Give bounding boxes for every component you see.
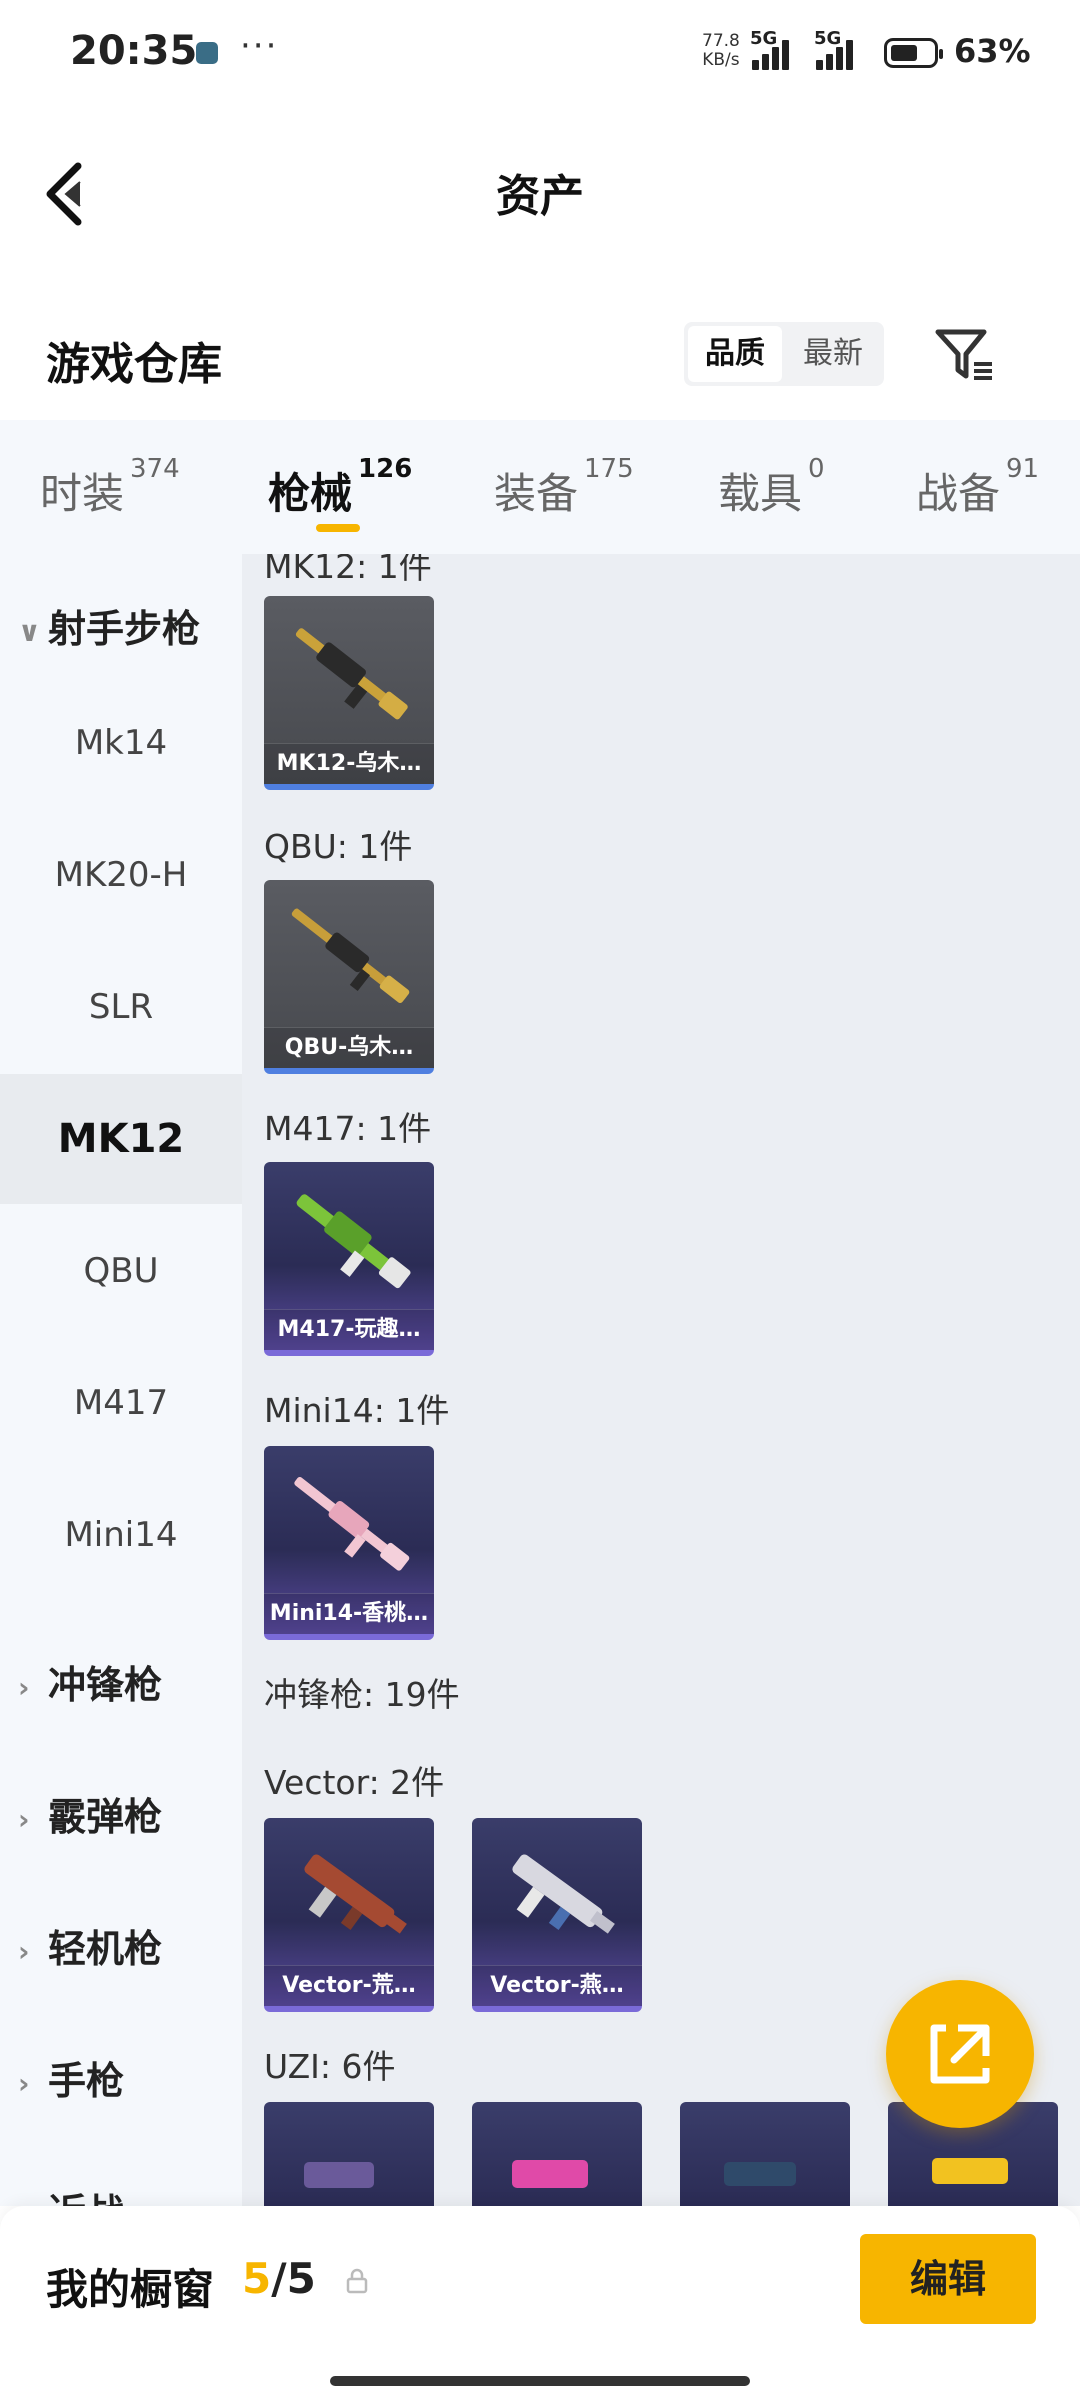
sidebar-item-mini14[interactable]: Mini14	[0, 1470, 242, 1600]
nav-bar: 资产	[0, 108, 1080, 268]
smg-icon	[512, 2160, 588, 2188]
chevron-right-icon: ›	[18, 1935, 30, 1968]
sidebar-item-qbu[interactable]: QBU	[0, 1206, 242, 1336]
group-label-uzi: UZI: 6件	[264, 2047, 396, 2086]
category-tabs: 时装 374 枪械 126 装备 175 载具 0 战备 91	[0, 420, 1080, 554]
rifle-icon	[296, 1194, 411, 1289]
app-notification-icon	[196, 42, 218, 64]
skin-card[interactable]: Mini14-香桃…	[264, 1446, 434, 1640]
group-label-qbu: QBU: 1件	[264, 827, 413, 866]
warehouse-title: 游戏仓库	[46, 339, 222, 390]
status-bar: 20:35 ··· 77.8 KB/s 5G 5G 63%	[0, 0, 1080, 108]
filter-icon	[935, 329, 992, 380]
chevron-right-icon: ›	[18, 2199, 48, 2206]
group-label-smg: 冲锋枪: 19件	[264, 1675, 460, 1714]
chevron-right-icon: ›	[18, 1671, 30, 1704]
skin-name: M417-玩趣…	[264, 1309, 434, 1350]
skin-card[interactable]: Vector-荒…	[264, 1818, 434, 2012]
home-indicator[interactable]	[330, 2376, 750, 2386]
smg-icon	[512, 1854, 615, 1934]
external-link-icon	[930, 2024, 990, 2084]
more-notifications-icon: ···	[240, 26, 279, 66]
skin-card[interactable]: M417-玩趣…	[264, 1162, 434, 1356]
tab-equipment[interactable]: 装备 175	[494, 454, 634, 521]
smg-icon	[304, 2162, 374, 2188]
skin-card[interactable]	[472, 2102, 642, 2206]
battery-icon	[884, 38, 943, 68]
skin-name: QBU-乌木…	[264, 1027, 434, 1068]
smg-icon	[724, 2162, 796, 2186]
sort-toggle: 品质 最新	[684, 322, 884, 386]
page-title: 资产	[496, 171, 584, 222]
network-speed: 77.8 KB/s	[702, 31, 740, 70]
tab-fashion[interactable]: 时装 374	[40, 454, 180, 521]
signal-icon-2	[816, 38, 860, 70]
rifle-icon	[295, 628, 408, 720]
sidebar-item-mk12[interactable]: MK12	[0, 1074, 242, 1204]
edit-button[interactable]: 编辑	[860, 2234, 1036, 2324]
skin-card[interactable]: QBU-乌木…	[264, 880, 434, 1074]
showcase-label: 我的橱窗	[46, 2265, 215, 2314]
skin-name: Vector-燕…	[472, 1965, 642, 2006]
share-button[interactable]	[886, 1980, 1034, 2128]
battery-percent: 63%	[954, 32, 1031, 70]
status-time: 20:35	[70, 28, 198, 74]
skin-card[interactable]: MK12-乌木…	[264, 596, 434, 790]
sidebar-category-marksman[interactable]: ∨ 射手步枪	[18, 598, 200, 653]
rifle-icon	[294, 1477, 410, 1571]
tab-supplies[interactable]: 战备 91	[916, 454, 1039, 521]
skin-card[interactable]: Vector-燕…	[472, 1818, 642, 2012]
sidebar-item-mk14[interactable]: Mk14	[0, 678, 242, 808]
skin-name: Vector-荒…	[264, 1965, 434, 2006]
skin-name: Mini14-香桃…	[264, 1593, 434, 1634]
weapon-sidebar: ∨ 射手步枪 Mk14 MK20-H SLR MK12 QBU M417 Mini…	[0, 554, 242, 2206]
rifle-icon	[291, 908, 410, 1004]
chevron-down-icon: ∨	[18, 615, 41, 648]
chevron-right-icon: ›	[18, 1803, 30, 1836]
smg-icon	[304, 1854, 407, 1934]
group-label-vector: Vector: 2件	[264, 1763, 445, 1802]
sidebar-item-mk20h[interactable]: MK20-H	[0, 810, 242, 940]
skin-name: MK12-乌木…	[264, 743, 434, 784]
sidebar-item-m417[interactable]: M417	[0, 1338, 242, 1468]
filter-button[interactable]	[930, 320, 1000, 390]
signal-icon	[752, 38, 796, 70]
sort-newest-button[interactable]: 最新	[786, 326, 880, 382]
skin-card[interactable]	[680, 2102, 850, 2206]
chevron-right-icon: ›	[18, 2067, 30, 2100]
sidebar-category-lmg[interactable]: › 轻机枪	[18, 1918, 162, 1973]
showcase-count: 5/5	[242, 2254, 316, 2303]
sidebar-category-pistol[interactable]: › 手枪	[18, 2050, 124, 2105]
tab-firearms[interactable]: 枪械 126	[268, 454, 412, 521]
sidebar-category-shotgun[interactable]: › 霰弹枪	[18, 1786, 162, 1841]
group-label-mini14: Mini14: 1件	[264, 1391, 450, 1430]
group-label-m417: M417: 1件	[264, 1109, 432, 1148]
tab-vehicles[interactable]: 载具 0	[718, 454, 825, 521]
showcase-bar: 我的橱窗 5/5 编辑	[0, 2206, 1080, 2400]
group-label-mk12: MK12: 1件	[264, 554, 432, 586]
weapon-list: MK12: 1件 MK12-乌木… QBU: 1件 QBU-乌木… M417: …	[242, 554, 1080, 2206]
sidebar-category-smg[interactable]: › 冲锋枪	[18, 1654, 162, 1709]
active-tab-indicator	[316, 524, 360, 532]
sort-quality-button[interactable]: 品质	[688, 326, 782, 382]
sidebar-category-melee[interactable]: ›近战	[18, 2182, 124, 2206]
lock-icon	[346, 2268, 368, 2294]
skin-card[interactable]	[264, 2102, 434, 2206]
sidebar-item-slr[interactable]: SLR	[0, 942, 242, 1072]
